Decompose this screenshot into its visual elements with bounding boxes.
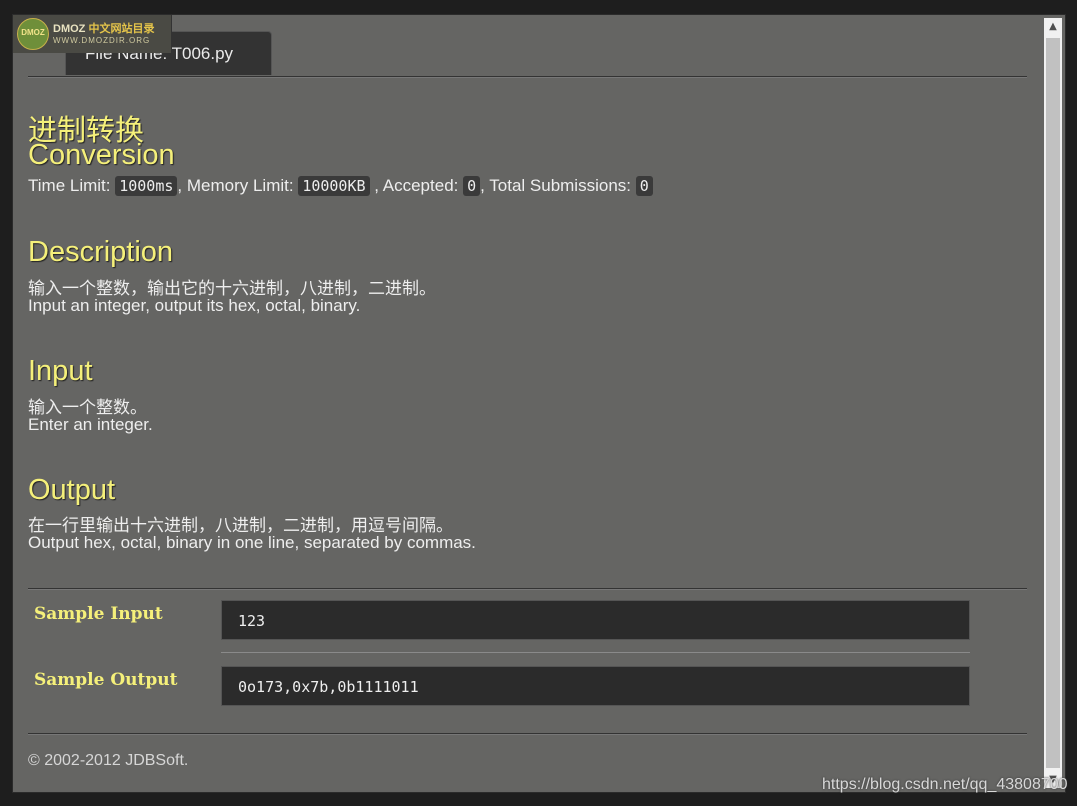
accepted-count: 0 xyxy=(463,176,481,196)
csdn-watermark: https://blog.csdn.net/qq_43808700 xyxy=(822,776,1068,793)
scrollbar-thumb[interactable] xyxy=(1046,38,1060,768)
output-heading: Output xyxy=(28,474,116,506)
globe-icon: DMOZ xyxy=(17,18,49,50)
logo-url: WWW.DMOZDIR.ORG xyxy=(53,36,151,45)
sample-input-label: Sample Input xyxy=(34,604,163,624)
problem-title-en: Conversion xyxy=(28,139,175,171)
divider xyxy=(28,76,1027,78)
divider xyxy=(221,652,970,653)
divider xyxy=(28,733,1027,735)
submissions-count: 0 xyxy=(635,176,653,196)
sample-output-label: Sample Output xyxy=(34,670,178,690)
scroll-up-arrow-icon[interactable]: ▲ xyxy=(1044,18,1062,35)
memory-limit-value: 10000KB xyxy=(298,176,370,196)
sample-input-box[interactable]: 123 xyxy=(221,600,970,640)
scrollbar[interactable]: ▲ ▼ xyxy=(1044,18,1062,788)
input-heading: Input xyxy=(28,355,93,387)
problem-limits: Time Limit: 1000ms, Memory Limit: 10000K… xyxy=(28,176,653,196)
time-limit-value: 1000ms xyxy=(115,176,178,196)
footer-copyright: © 2002-2012 JDBSoft. xyxy=(28,752,189,769)
output-text-en: Output hex, octal, binary in one line, s… xyxy=(28,533,476,552)
logo-brand: DMOZ 中文网站目录 xyxy=(53,23,155,35)
description-heading: Description xyxy=(28,236,174,268)
dmoz-logo[interactable]: DMOZ DMOZ 中文网站目录 WWW.DMOZDIR.ORG xyxy=(13,15,172,53)
input-text-en: Enter an integer. xyxy=(28,415,153,434)
sample-output-box[interactable]: 0o173,0x7b,0b1111011 xyxy=(221,666,970,706)
description-text-en: Input an integer, output its hex, octal,… xyxy=(28,296,361,315)
problem-dialog: DMOZ DMOZ 中文网站目录 WWW.DMOZDIR.ORG File Na… xyxy=(12,14,1066,793)
divider xyxy=(28,588,1027,590)
